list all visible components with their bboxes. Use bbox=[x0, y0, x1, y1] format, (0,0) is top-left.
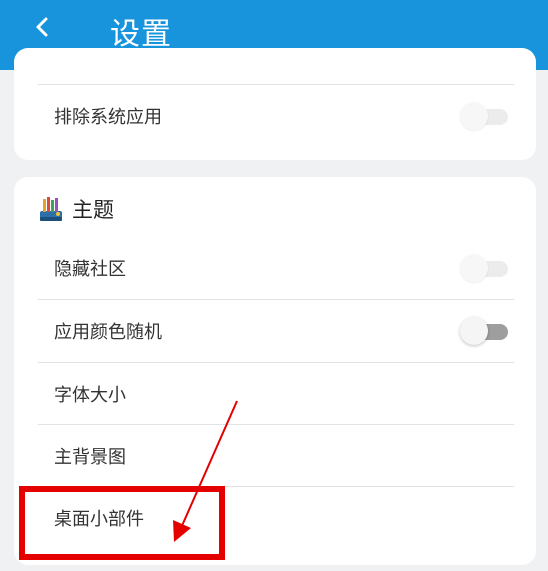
annotation-arrow bbox=[173, 400, 238, 542]
